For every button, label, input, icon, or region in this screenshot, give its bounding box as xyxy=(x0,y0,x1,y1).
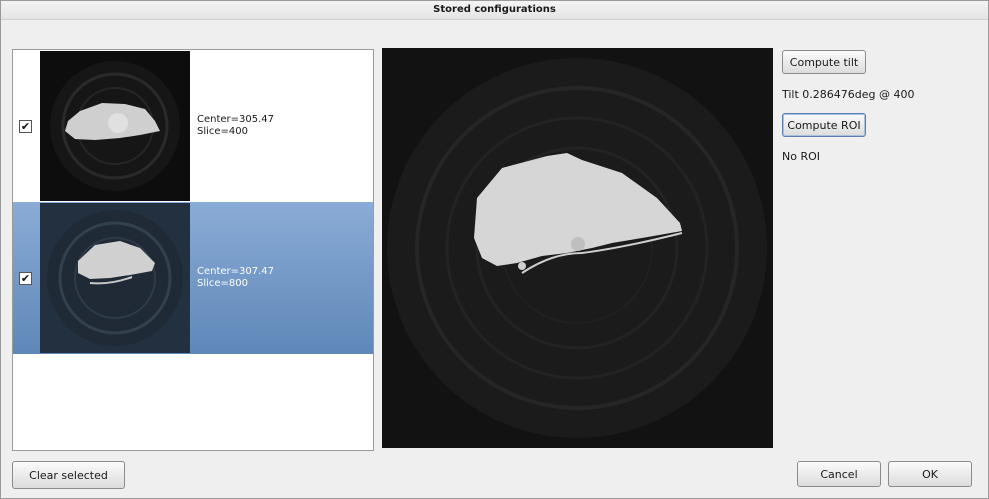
config-slice: Slice=800 xyxy=(197,278,249,289)
cancel-button[interactable]: Cancel xyxy=(797,461,881,487)
compute-roi-button[interactable]: Compute ROI xyxy=(782,113,866,137)
config-center: Center=305.47 xyxy=(197,114,275,125)
stored-configurations-dialog: Stored configurations ✔ Center=305.47 Sl… xyxy=(0,0,989,499)
slice-preview xyxy=(382,48,773,448)
config-checkbox[interactable]: ✔ xyxy=(19,120,32,133)
ok-button[interactable]: OK xyxy=(888,461,972,487)
config-checkbox[interactable]: ✔ xyxy=(19,272,32,285)
slice-thumbnail xyxy=(40,203,190,353)
slice-thumbnail xyxy=(40,51,190,201)
roi-result: No ROI xyxy=(782,150,821,163)
config-info: Center=307.47 Slice=800 xyxy=(197,266,274,290)
tilt-result: Tilt 0.286476deg @ 400 xyxy=(782,88,915,101)
config-center: Center=307.47 xyxy=(197,266,275,277)
list-item[interactable]: ✔ Center=305.47 Slice=400 xyxy=(13,50,373,202)
clear-selected-button[interactable]: Clear selected xyxy=(12,461,125,489)
config-info: Center=305.47 Slice=400 xyxy=(197,114,274,138)
configuration-list[interactable]: ✔ Center=305.47 Slice=400 ✔ Center=307.4… xyxy=(12,49,374,451)
list-item-selected[interactable]: ✔ Center=307.47 Slice=800 xyxy=(13,202,373,354)
dialog-title: Stored configurations xyxy=(1,1,988,20)
compute-tilt-button[interactable]: Compute tilt xyxy=(782,50,866,74)
config-slice: Slice=400 xyxy=(197,126,249,137)
